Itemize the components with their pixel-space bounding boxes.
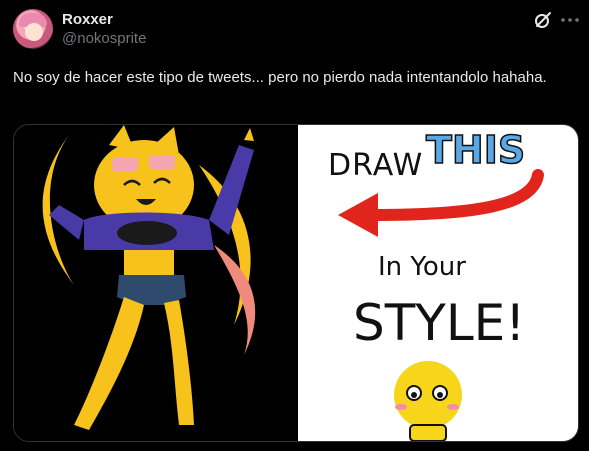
more-options-icon[interactable] <box>560 10 580 30</box>
in-your-text: In Your <box>378 252 466 282</box>
style-text: STYLE! <box>353 294 525 352</box>
draw-this-meme: DRAW THIS In Your STYLE! <box>328 127 544 441</box>
author-handle[interactable]: @nokosprite <box>62 30 146 47</box>
media-image-left[interactable] <box>14 125 297 441</box>
draw-word: DRAW <box>328 148 423 183</box>
grok-icon[interactable] <box>533 10 553 30</box>
character-drawing <box>42 125 256 430</box>
tweet-media[interactable]: DRAW THIS In Your STYLE! <box>13 124 579 442</box>
cursed-emoji <box>394 361 462 429</box>
author-name[interactable]: Roxxer <box>62 11 113 28</box>
media-image-right[interactable]: DRAW THIS In Your STYLE! <box>298 125 578 441</box>
tweet-text: No soy de hacer este tipo de tweets... p… <box>13 69 547 86</box>
avatar[interactable] <box>13 9 53 49</box>
this-word: THIS <box>426 128 525 172</box>
avatar-face <box>25 23 43 41</box>
